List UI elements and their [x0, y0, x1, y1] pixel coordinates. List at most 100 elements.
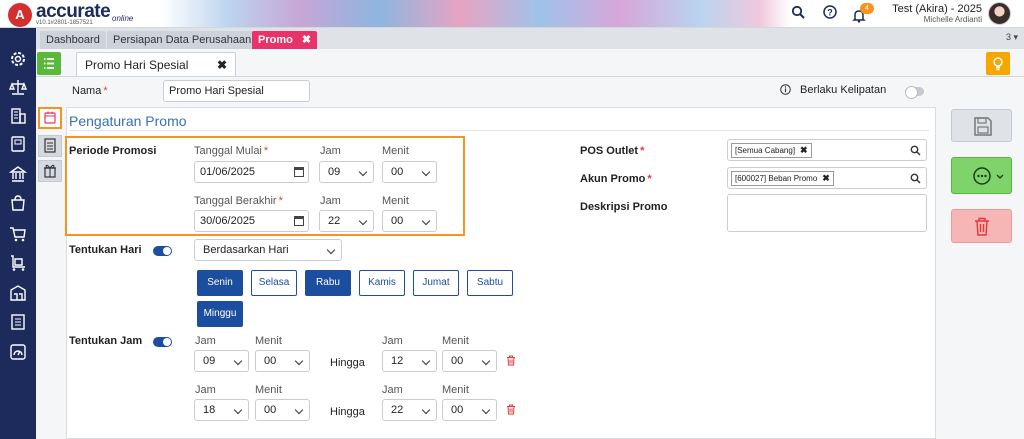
bag-icon[interactable] [9, 194, 27, 212]
truck-cart-icon[interactable] [9, 254, 27, 272]
calendar-icon[interactable] [294, 167, 304, 177]
tentukan-jam-label: Tentukan Jam [69, 335, 143, 347]
hingga-label: Hingga [330, 406, 365, 418]
calendar-icon[interactable] [294, 216, 304, 226]
jam-label: Jam [382, 335, 403, 347]
jam-label: Jam [320, 195, 341, 207]
trash-icon[interactable] [506, 404, 516, 415]
version-text: v10.1#2801-1857521 [36, 20, 93, 26]
menit-to-select[interactable]: 00 [442, 350, 497, 372]
day-kamis-button[interactable]: Kamis [359, 270, 405, 296]
jam-to-select[interactable]: 22 [382, 399, 437, 421]
hingga-label: Hingga [330, 357, 365, 369]
akhir-jam-select[interactable]: 22 [319, 210, 374, 232]
mulai-menit-select[interactable]: 00 [382, 161, 437, 183]
main-content: Promo Hari Spesial ✖ Nama * Promo Hari Sp… [36, 49, 1024, 439]
akhir-menit-select[interactable]: 00 [382, 210, 437, 232]
tentukan-jam-toggle[interactable] [153, 337, 172, 347]
day-selasa-button[interactable]: Selasa [251, 270, 297, 296]
subtab-promo-hari-spesial[interactable]: Promo Hari Spesial ✖ [76, 52, 236, 77]
periode-label: Periode Promosi [69, 145, 157, 157]
day-senin-button[interactable]: Senin [197, 270, 243, 296]
warehouse-icon[interactable] [9, 284, 27, 302]
search-icon[interactable] [790, 5, 806, 21]
cart-icon[interactable] [9, 225, 27, 243]
deskripsi-textarea[interactable] [727, 194, 927, 232]
akun-promo-tag: [600027] Beban Promo ✖ [731, 171, 834, 186]
info-icon [780, 84, 791, 95]
close-icon[interactable]: ✖ [302, 34, 311, 46]
tanggal-berakhir-input[interactable]: 30/06/2025 [194, 210, 309, 232]
mulai-jam-select[interactable]: 09 [319, 161, 374, 183]
building-icon[interactable] [9, 107, 27, 125]
menit-label: Menit [382, 145, 409, 157]
bank-icon[interactable] [8, 165, 28, 183]
tanggal-berakhir-label: Tanggal Berakhir * [194, 195, 283, 207]
nama-label: Nama * [72, 85, 108, 97]
mode-hari-select[interactable]: Berdasarkan Hari [194, 239, 342, 261]
help-icon[interactable]: ? [822, 5, 838, 21]
report-icon[interactable] [9, 313, 27, 331]
nama-input[interactable]: Promo Hari Spesial [163, 80, 310, 102]
list-button[interactable] [37, 52, 61, 75]
tanggal-berakhir-value: 30/06/2025 [200, 215, 256, 227]
pos-outlet-field[interactable]: [Semua Cabang] ✖ [727, 139, 927, 161]
tab-promo-label: Promo [258, 34, 293, 46]
tab-count: 3 [1005, 32, 1011, 42]
jam-to-select[interactable]: 12 [382, 350, 437, 372]
close-icon[interactable]: ✖ [800, 145, 808, 155]
pos-outlet-label: POS Outlet * [580, 145, 645, 157]
user-subtitle: Michelle Ardianti [923, 15, 982, 24]
jam-from-select[interactable]: 09 [194, 350, 249, 372]
tab-persiapan-data[interactable]: Persiapan Data Perusahaan [107, 31, 258, 49]
deskripsi-label: Deskripsi Promo [580, 201, 668, 213]
more-actions-button[interactable] [951, 157, 1012, 194]
jam-label: Jam [195, 335, 216, 347]
menit-label: Menit [442, 384, 469, 396]
menit-label: Menit [255, 335, 282, 347]
tanggal-mulai-label: Tanggal Mulai * [194, 145, 269, 157]
tentukan-hari-label: Tentukan Hari [69, 244, 142, 256]
berlaku-kelipatan-toggle[interactable] [905, 86, 924, 99]
day-rabu-button[interactable]: Rabu [305, 270, 351, 296]
jam-label: Jam [195, 384, 216, 396]
tab-dashboard[interactable]: Dashboard [40, 31, 106, 49]
avatar[interactable] [988, 2, 1011, 25]
tanggal-mulai-input[interactable]: 01/06/2025 [194, 161, 309, 183]
search-icon[interactable] [910, 173, 921, 184]
section-title: Pengaturan Promo [69, 113, 187, 129]
tanggal-mulai-value: 01/06/2025 [200, 166, 256, 178]
menit-label: Menit [442, 335, 469, 347]
menit-from-select[interactable]: 00 [255, 350, 310, 372]
clipboard-tab[interactable] [38, 135, 62, 157]
tab-count-dropdown[interactable]: 3 ▾ [1006, 32, 1018, 43]
tentukan-hari-toggle[interactable] [153, 246, 172, 256]
delete-button[interactable] [951, 209, 1012, 243]
day-minggu-button[interactable]: Minggu [197, 301, 243, 327]
gift-tab[interactable] [38, 160, 62, 182]
menit-label: Menit [255, 384, 282, 396]
day-sabtu-button[interactable]: Sabtu [467, 270, 513, 296]
menit-from-select[interactable]: 00 [255, 399, 310, 421]
close-icon[interactable]: ✖ [822, 173, 830, 183]
scale-icon[interactable] [8, 78, 28, 96]
jam-label: Jam [320, 145, 341, 157]
tab-bar: Dashboard Persiapan Data Perusahaan Prom… [36, 28, 1024, 49]
tab-promo[interactable]: Promo ✖ [252, 31, 318, 49]
lightbulb-button[interactable] [986, 52, 1010, 75]
user-name[interactable]: Test (Akira) - 2025 [860, 3, 982, 15]
menit-to-select[interactable]: 00 [442, 399, 497, 421]
day-jumat-button[interactable]: Jumat [413, 270, 459, 296]
akun-promo-field[interactable]: [600027] Beban Promo ✖ [727, 167, 927, 189]
jam-from-select[interactable]: 18 [194, 399, 249, 421]
close-icon[interactable]: ✖ [217, 53, 227, 77]
berlaku-kelipatan-label: Berlaku Kelipatan [800, 84, 887, 96]
ledger-icon[interactable] [9, 135, 27, 153]
gear-icon[interactable] [9, 50, 27, 68]
calendar-tab[interactable] [38, 107, 62, 129]
gauge-icon[interactable] [9, 343, 27, 361]
menit-label: Menit [382, 195, 409, 207]
trash-icon[interactable] [506, 355, 516, 366]
save-button[interactable] [951, 109, 1012, 142]
search-icon[interactable] [910, 145, 921, 156]
